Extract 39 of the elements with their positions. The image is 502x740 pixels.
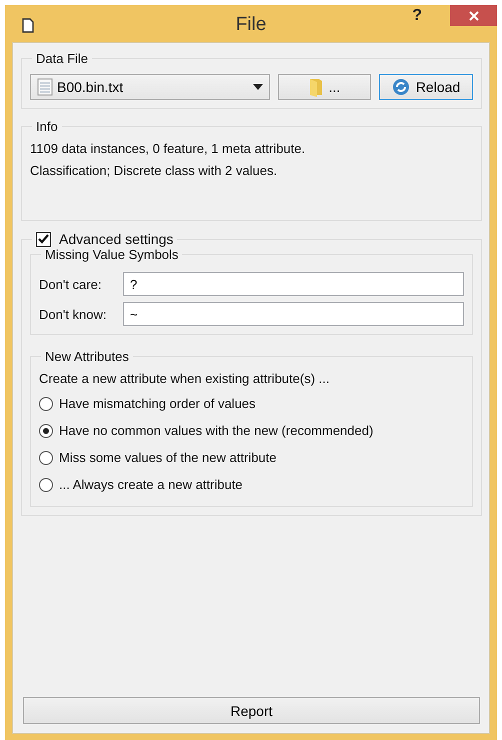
radio-option[interactable]: Have no common values with the new (recommended) bbox=[39, 417, 374, 444]
help-button[interactable]: ? bbox=[412, 7, 422, 25]
group-title: Info bbox=[35, 119, 59, 134]
group-title: Missing Value Symbols bbox=[44, 247, 180, 262]
radio-button[interactable] bbox=[39, 424, 53, 438]
close-button[interactable] bbox=[450, 5, 497, 26]
radio-button[interactable] bbox=[39, 450, 53, 464]
option-label: Have no common values with the new (recommended) bbox=[59, 423, 374, 438]
checkbox-label: Advanced settings bbox=[59, 231, 174, 247]
file-dropdown[interactable]: B00.bin.txt bbox=[30, 74, 270, 100]
prompt-text: Create a new attribute when existing attribute(s) ... bbox=[39, 370, 330, 388]
reload-button[interactable]: Reload bbox=[379, 74, 473, 100]
option-label: ... Always create a new attribute bbox=[59, 477, 243, 492]
document-icon bbox=[22, 18, 34, 33]
option-label: Have mismatching order of values bbox=[59, 396, 256, 411]
field-label: Don't care: bbox=[39, 276, 102, 292]
radio-button[interactable] bbox=[39, 396, 53, 410]
input-field[interactable]: ? bbox=[123, 272, 464, 296]
info-text: Classification; Discrete class with 2 values. bbox=[30, 162, 278, 180]
input-field[interactable]: ~ bbox=[123, 302, 464, 326]
text-file-icon bbox=[37, 78, 53, 96]
checkbox[interactable] bbox=[36, 232, 51, 246]
browse-button[interactable]: ... bbox=[278, 74, 371, 100]
field-label: Don't know: bbox=[39, 306, 108, 322]
window-title: File bbox=[236, 14, 266, 36]
group-title: New Attributes bbox=[44, 349, 130, 364]
radio-button[interactable] bbox=[39, 478, 53, 492]
report-button[interactable]: Report bbox=[23, 697, 480, 724]
info-text: 1109 data instances, 0 feature, 1 meta attribute. bbox=[30, 140, 306, 158]
caret-icon bbox=[253, 84, 263, 90]
radio-option[interactable]: Have mismatching order of values bbox=[39, 390, 256, 417]
check-icon bbox=[38, 234, 49, 244]
refresh-icon bbox=[392, 78, 410, 96]
close-icon bbox=[468, 10, 478, 20]
group-title: Data File bbox=[35, 51, 90, 66]
option-label: Miss some values of the new attribute bbox=[59, 450, 276, 465]
radio-option[interactable]: Miss some values of the new attribute bbox=[39, 444, 276, 471]
folder-icon bbox=[308, 77, 323, 97]
radio-option[interactable]: ... Always create a new attribute bbox=[39, 471, 243, 498]
